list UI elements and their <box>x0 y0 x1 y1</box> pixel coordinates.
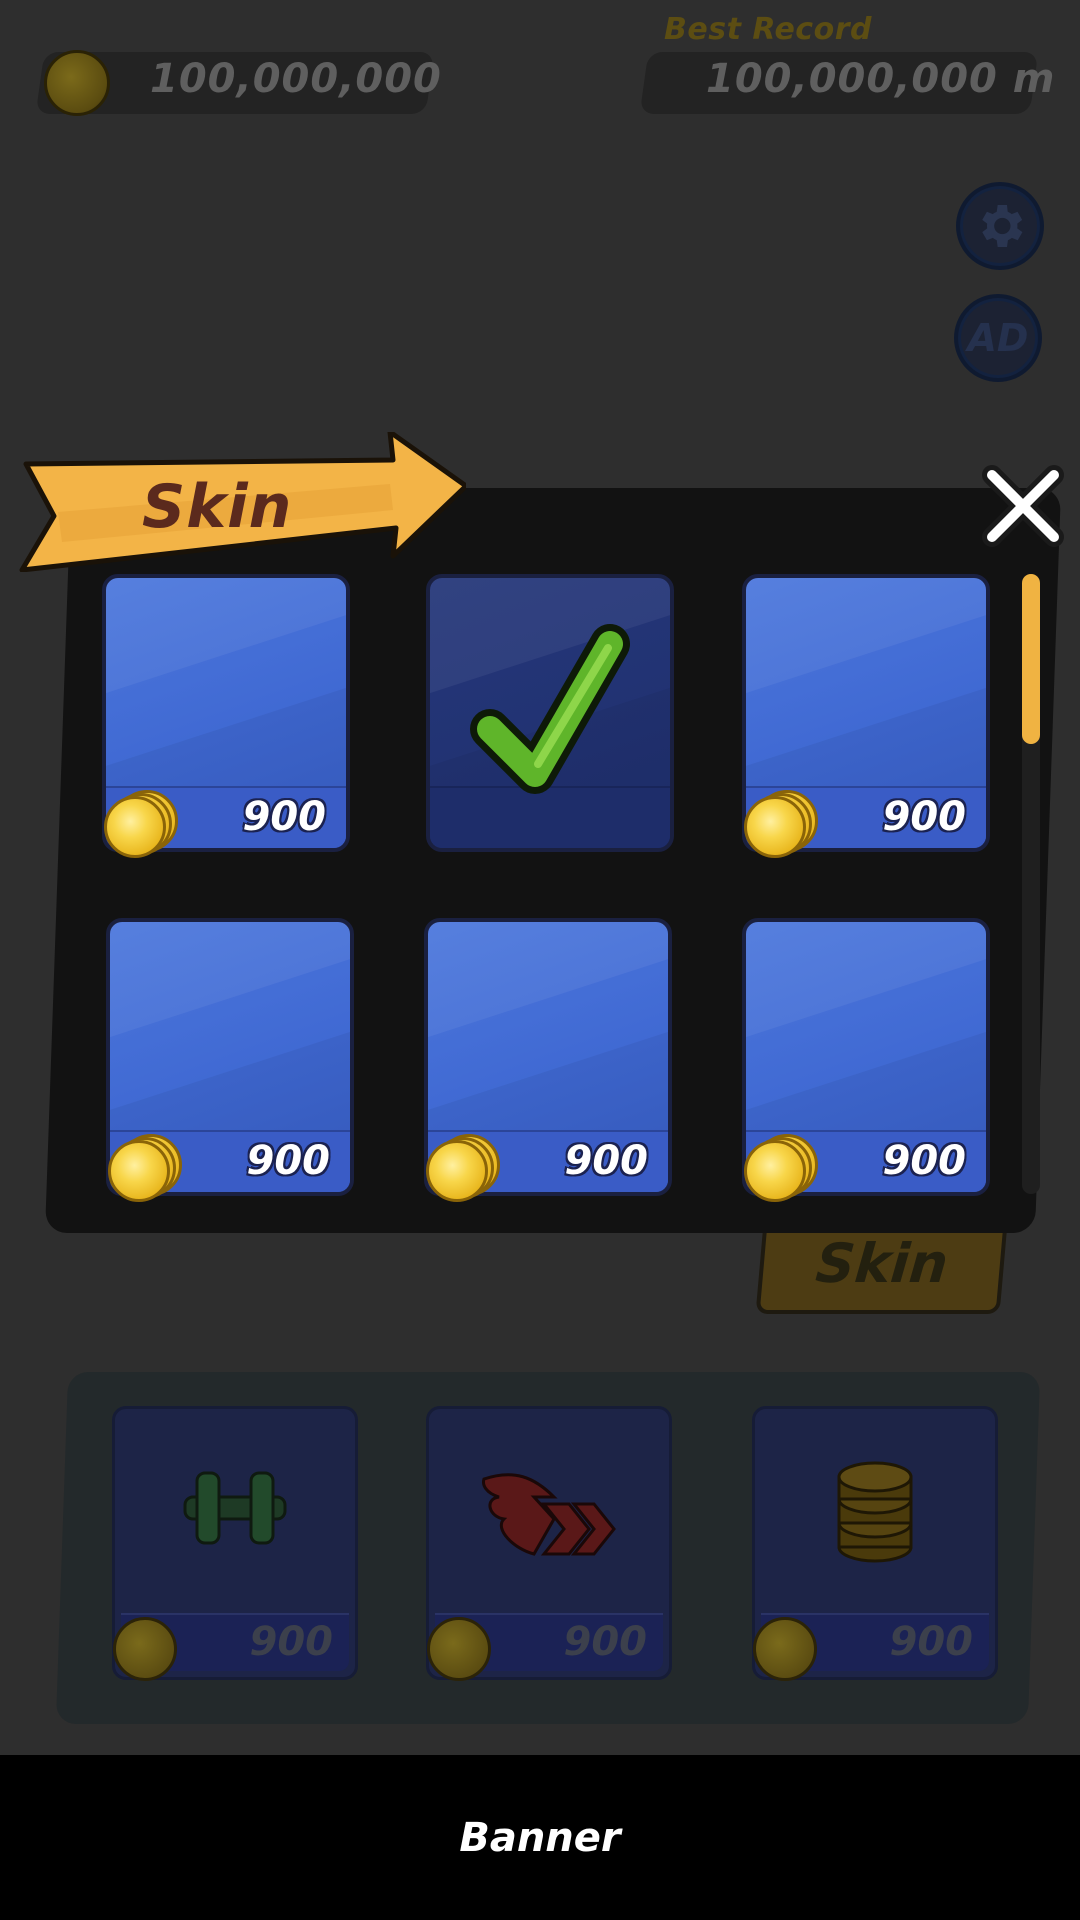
settings-button[interactable] <box>956 182 1044 270</box>
skin-price: 900 <box>246 1138 331 1184</box>
shop-price: 900 <box>249 1619 334 1665</box>
skin-scrollbar-thumb[interactable] <box>1022 574 1040 744</box>
skin-item-2-selected[interactable] <box>426 574 674 852</box>
shop-item-coins[interactable]: 900 <box>752 1406 998 1681</box>
shop-item-speed[interactable]: 900 <box>426 1406 672 1681</box>
coin-balance: 100,000,000 <box>150 56 442 102</box>
skin-button-label: Skin <box>813 1231 951 1295</box>
ad-banner[interactable]: Banner <box>0 1755 1080 1920</box>
close-icon <box>982 465 1064 547</box>
check-icon <box>470 624 630 794</box>
coin-icon <box>108 1134 182 1202</box>
coin-icon <box>426 1134 500 1202</box>
skin-modal-title: Skin <box>142 472 293 542</box>
ad-button[interactable]: AD <box>954 294 1042 382</box>
coin-icon <box>753 1617 817 1681</box>
close-button[interactable] <box>972 460 1064 550</box>
banner-label: Banner <box>459 1814 621 1861</box>
coin-icon <box>744 1134 818 1202</box>
coin-icon <box>427 1617 491 1681</box>
shop-price: 900 <box>889 1619 974 1665</box>
coin-icon <box>113 1617 177 1681</box>
coin-icon <box>44 50 110 116</box>
coin-icon <box>104 790 178 858</box>
coin-stack-icon <box>837 1461 913 1563</box>
best-record-value: 100,000,000 m <box>706 56 1056 102</box>
skin-price: 900 <box>242 794 327 840</box>
best-record-label: Best Record <box>664 12 872 47</box>
shop-price: 900 <box>563 1619 648 1665</box>
gear-icon <box>982 205 1023 247</box>
dumbbell-icon <box>183 1471 287 1545</box>
speed-flame-icon <box>482 1473 616 1556</box>
coin-icon <box>744 790 818 858</box>
skin-price: 900 <box>882 1138 967 1184</box>
skin-price: 900 <box>564 1138 649 1184</box>
skin-price: 900 <box>882 794 967 840</box>
shop-item-strength[interactable]: 900 <box>112 1406 358 1681</box>
ad-label: AD <box>967 316 1029 360</box>
